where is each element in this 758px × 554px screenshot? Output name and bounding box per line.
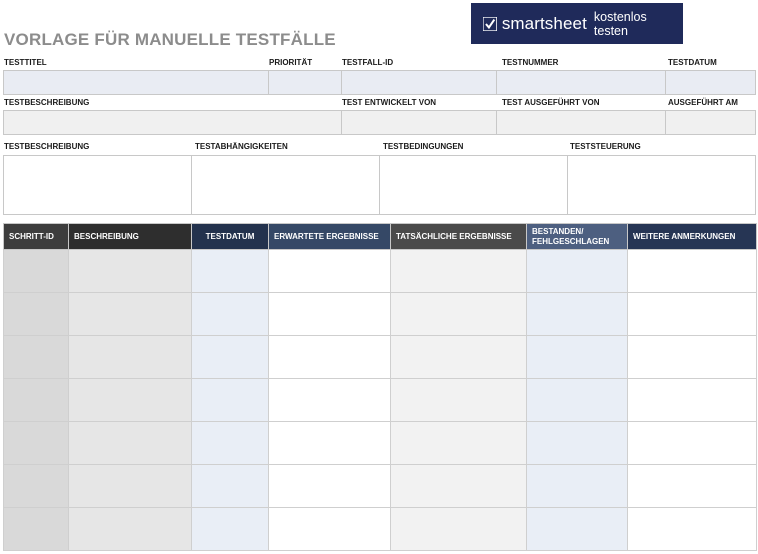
label-testabhaengigkeiten: TESTABHÄNGIGKEITEN [195, 142, 288, 151]
step-id-cell[interactable] [3, 378, 69, 422]
label-ausgefuehrt-am: AUSGEFÜHRT AM [668, 98, 738, 107]
actual-result-cell[interactable] [390, 507, 527, 551]
label-prioritaet: PRIORITÄT [269, 58, 313, 67]
label-test-ausgefuehrt-von: TEST AUSGEFÜHRT VON [502, 98, 600, 107]
step-row [3, 292, 757, 336]
testdatum-field[interactable] [665, 70, 756, 95]
step-row [3, 421, 757, 465]
pass-fail-cell[interactable] [526, 421, 628, 465]
pass-fail-cell[interactable] [526, 464, 628, 508]
step-row [3, 464, 757, 508]
step-id-cell[interactable] [3, 335, 69, 379]
label-test-entwickelt-von: TEST ENTWICKELT VON [342, 98, 437, 107]
notes-cell[interactable] [627, 378, 757, 422]
steps-header-row: SCHRITT-ID BESCHREIBUNG TESTDATUM ERWART… [3, 223, 757, 250]
notes-cell[interactable] [627, 249, 757, 293]
header-erwartete-ergebnisse: ERWARTETE ERGEBNISSE [268, 223, 391, 250]
steps-table: SCHRITT-ID BESCHREIBUNG TESTDATUM ERWART… [3, 223, 757, 551]
actual-result-cell[interactable] [390, 378, 527, 422]
step-id-cell[interactable] [3, 292, 69, 336]
step-id-cell[interactable] [3, 421, 69, 465]
smartsheet-banner[interactable]: smartsheet kostenlos testen [471, 3, 683, 44]
expected-result-cell[interactable] [268, 335, 391, 379]
pass-fail-cell[interactable] [526, 292, 628, 336]
pass-fail-cell[interactable] [526, 249, 628, 293]
ausgefuehrt-am-field[interactable] [665, 110, 756, 135]
label-testfall-id: TESTFALL-ID [342, 58, 394, 67]
description-cell[interactable] [68, 249, 192, 293]
notes-cell[interactable] [627, 292, 757, 336]
check-icon [483, 16, 497, 31]
description-cell[interactable] [68, 378, 192, 422]
brand-name: smartsheet [501, 13, 587, 33]
testfall-id-field[interactable] [341, 70, 497, 95]
expected-result-cell[interactable] [268, 421, 391, 465]
trial-link[interactable]: kostenlos testen [594, 10, 683, 38]
header-testdatum: TESTDATUM [191, 223, 269, 250]
actual-result-cell[interactable] [390, 421, 527, 465]
actual-result-cell[interactable] [390, 464, 527, 508]
label-teststeuerung: TESTSTEUERUNG [570, 142, 641, 151]
notes-cell[interactable] [627, 335, 757, 379]
test-date-cell[interactable] [191, 507, 269, 551]
expected-result-cell[interactable] [268, 292, 391, 336]
step-row [3, 507, 757, 551]
test-date-cell[interactable] [191, 421, 269, 465]
label-testtitel: TESTTITEL [4, 58, 47, 67]
test-date-cell[interactable] [191, 249, 269, 293]
label-testbeschreibung: TESTBESCHREIBUNG [4, 98, 90, 107]
label-testbeschreibung-2: TESTBESCHREIBUNG [4, 142, 90, 151]
notes-cell[interactable] [627, 507, 757, 551]
description-cell[interactable] [68, 335, 192, 379]
actual-result-cell[interactable] [390, 335, 527, 379]
test-date-cell[interactable] [191, 464, 269, 508]
page-title: VORLAGE FÜR MANUELLE TESTFÄLLE [4, 30, 336, 49]
pass-fail-cell[interactable] [526, 507, 628, 551]
header-tatsaechliche-ergebnisse: TATSÄCHLICHE ERGEBNISSE [390, 223, 527, 250]
test-date-cell[interactable] [191, 378, 269, 422]
expected-result-cell[interactable] [268, 249, 391, 293]
teststeuerung-box[interactable] [567, 155, 756, 215]
actual-result-cell[interactable] [390, 249, 527, 293]
actual-result-cell[interactable] [390, 292, 527, 336]
step-row [3, 335, 757, 379]
description-cell[interactable] [68, 464, 192, 508]
header-bestanden-fehlgeschlagen: BESTANDEN/ FEHLGESCHLAGEN [526, 223, 628, 250]
testbeschreibung-box[interactable] [3, 155, 192, 215]
description-cell[interactable] [68, 507, 192, 551]
header-schritt-id: SCHRITT-ID [3, 223, 69, 250]
test-date-cell[interactable] [191, 292, 269, 336]
step-id-cell[interactable] [3, 464, 69, 508]
step-id-cell[interactable] [3, 507, 69, 551]
testtitel-field[interactable] [3, 70, 269, 95]
prioritaet-field[interactable] [268, 70, 342, 95]
header-beschreibung: BESCHREIBUNG [68, 223, 192, 250]
pass-fail-cell[interactable] [526, 335, 628, 379]
testbedingungen-box[interactable] [379, 155, 568, 215]
testnummer-field[interactable] [496, 70, 666, 95]
testabhaengigkeiten-box[interactable] [191, 155, 380, 215]
step-id-cell[interactable] [3, 249, 69, 293]
label-testdatum: TESTDATUM [668, 58, 717, 67]
label-testnummer: TESTNUMMER [502, 58, 559, 67]
step-row [3, 249, 757, 293]
pass-fail-cell[interactable] [526, 378, 628, 422]
expected-result-cell[interactable] [268, 378, 391, 422]
notes-cell[interactable] [627, 421, 757, 465]
header-weitere-anmerkungen: WEITERE ANMERKUNGEN [627, 223, 757, 250]
expected-result-cell[interactable] [268, 507, 391, 551]
description-cell[interactable] [68, 421, 192, 465]
step-row [3, 378, 757, 422]
test-entwickelt-von-field[interactable] [341, 110, 497, 135]
testbeschreibung-field[interactable] [3, 110, 342, 135]
description-cell[interactable] [68, 292, 192, 336]
test-date-cell[interactable] [191, 335, 269, 379]
label-testbedingungen: TESTBEDINGUNGEN [383, 142, 464, 151]
notes-cell[interactable] [627, 464, 757, 508]
expected-result-cell[interactable] [268, 464, 391, 508]
test-ausgefuehrt-von-field[interactable] [496, 110, 666, 135]
